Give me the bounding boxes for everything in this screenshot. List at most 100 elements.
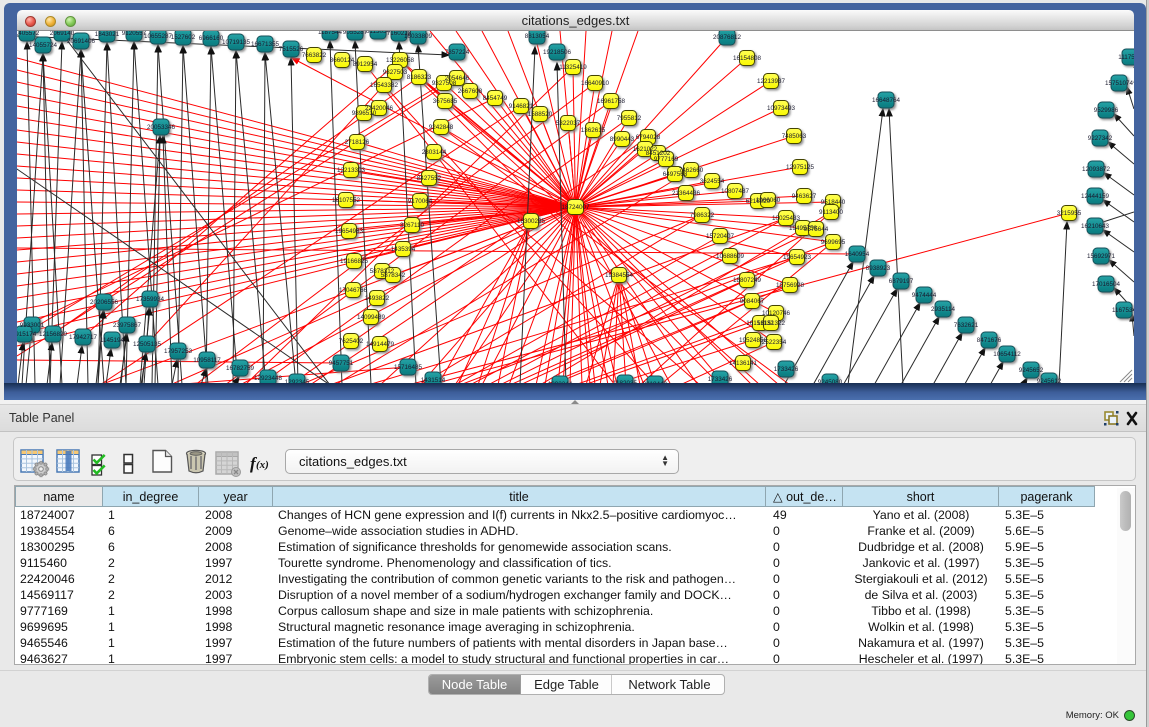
- svg-text:19166825: 19166825: [340, 258, 369, 265]
- svg-text:2667608: 2667608: [458, 88, 483, 95]
- svg-text:8990443: 8990443: [610, 136, 635, 143]
- svg-text:8660124: 8660124: [330, 57, 355, 64]
- svg-text:1092344: 1092344: [548, 381, 573, 383]
- svg-text:2069140: 2069140: [50, 31, 75, 37]
- svg-text:14099489: 14099489: [357, 314, 386, 321]
- svg-text:1117534: 1117534: [1118, 54, 1134, 61]
- svg-text:9518440: 9518440: [821, 199, 846, 206]
- svg-text:8912954: 8912954: [353, 61, 378, 68]
- svg-text:18300295: 18300295: [517, 218, 546, 225]
- svg-text:15751074: 15751074: [1105, 80, 1134, 87]
- svg-text:1405572: 1405572: [17, 31, 40, 37]
- svg-text:14914479: 14914479: [366, 341, 395, 348]
- svg-text:8427552: 8427552: [417, 175, 442, 182]
- svg-text:6966160: 6966160: [199, 35, 224, 42]
- svg-text:9245612: 9245612: [1037, 378, 1062, 383]
- svg-text:12156829: 12156829: [39, 331, 68, 338]
- svg-text:8186323: 8186323: [407, 74, 432, 81]
- svg-text:9146821: 9146821: [509, 103, 534, 110]
- svg-text:21364436: 21364436: [672, 190, 701, 197]
- svg-text:7632621: 7632621: [954, 322, 979, 329]
- svg-text:16648764: 16648764: [872, 97, 901, 104]
- svg-text:18724007: 18724007: [561, 204, 590, 211]
- svg-text:12975125: 12975125: [786, 164, 815, 171]
- svg-text:1362615: 1362615: [581, 127, 606, 134]
- svg-text:1640954: 1640954: [845, 251, 870, 258]
- svg-text:16151322: 16151322: [757, 320, 786, 327]
- svg-text:10958117: 10958117: [193, 357, 221, 364]
- svg-text:15720407: 15720407: [706, 233, 735, 240]
- svg-text:9227342: 9227342: [1088, 135, 1113, 142]
- svg-text:12213937: 12213937: [757, 78, 786, 85]
- svg-text:16782759: 16782759: [226, 365, 255, 372]
- svg-text:8454749: 8454749: [483, 95, 508, 102]
- svg-text:3267110: 3267110: [400, 222, 425, 229]
- svg-text:(x): (x): [256, 459, 269, 471]
- svg-text:1431514: 1431514: [421, 377, 446, 383]
- svg-text:16961758: 16961758: [597, 98, 626, 105]
- svg-text:12093872: 12093872: [1082, 166, 1111, 173]
- svg-text:17942717: 17942717: [69, 334, 98, 341]
- svg-text:9113400: 9113400: [819, 209, 844, 216]
- svg-text:1733426: 1733426: [708, 376, 733, 383]
- svg-text:7357224: 7357224: [445, 49, 470, 56]
- svg-text:1493822: 1493822: [365, 295, 390, 302]
- svg-text:12505135: 12505135: [133, 341, 162, 348]
- svg-text:9327503: 9327503: [383, 69, 408, 76]
- svg-text:2718126: 2718126: [345, 139, 370, 146]
- svg-text:1145194: 1145194: [100, 337, 125, 344]
- svg-text:22420046: 22420046: [365, 105, 394, 112]
- svg-text:16107552: 16107552: [332, 197, 361, 204]
- svg-text:10807487: 10807487: [721, 188, 750, 195]
- svg-text:1435394: 1435394: [391, 246, 416, 253]
- svg-text:19654923: 19654923: [783, 254, 812, 261]
- svg-text:7485063: 7485063: [782, 133, 807, 140]
- svg-text:9457751: 9457751: [329, 360, 354, 367]
- svg-text:17046766: 17046766: [339, 287, 368, 294]
- svg-text:8938923: 8938923: [866, 265, 891, 272]
- svg-text:8471676: 8471676: [977, 337, 1002, 344]
- svg-text:1843021: 1843021: [95, 31, 120, 38]
- svg-text:6497568: 6497568: [663, 171, 688, 178]
- svg-text:9777169: 9777169: [654, 156, 679, 163]
- svg-text:5878342: 5878342: [381, 272, 406, 279]
- svg-text:2935114: 2935114: [931, 306, 956, 313]
- svg-text:11325419: 11325419: [559, 64, 587, 71]
- svg-text:1966060: 1966060: [756, 197, 781, 204]
- svg-text:9529986: 9529986: [1094, 107, 1119, 114]
- svg-text:12923448: 12923448: [254, 375, 283, 382]
- svg-text:12213303: 12213303: [337, 167, 366, 174]
- svg-text:17957253: 17957253: [164, 348, 193, 355]
- svg-text:10688609: 10688609: [716, 253, 745, 260]
- svg-text:9242848: 9242848: [429, 124, 454, 131]
- svg-text:13226058: 13226058: [386, 57, 415, 64]
- svg-text:12444159: 12444159: [1081, 193, 1110, 200]
- svg-text:10655287: 10655287: [144, 33, 173, 40]
- svg-text:10719135: 10719135: [222, 39, 251, 46]
- svg-text:7663822: 7663822: [302, 52, 327, 59]
- svg-text:15716485: 15716485: [394, 364, 423, 371]
- svg-text:19384554: 19384554: [605, 272, 634, 279]
- svg-text:15692971: 15692971: [1087, 253, 1116, 260]
- svg-text:5322037: 5322037: [556, 120, 581, 127]
- svg-text:20206556: 20206556: [90, 299, 119, 306]
- svg-text:17359934: 17359934: [136, 296, 165, 303]
- svg-text:9055287: 9055287: [343, 31, 368, 36]
- svg-text:9463627: 9463627: [792, 193, 817, 200]
- svg-text:10025433: 10025433: [772, 215, 801, 222]
- svg-text:16543382: 16543382: [370, 82, 399, 89]
- svg-text:14055724: 14055724: [29, 42, 58, 49]
- svg-text:16640910: 16640910: [581, 80, 610, 87]
- svg-text:16671355: 16671355: [251, 41, 280, 48]
- svg-text:9245652: 9245652: [1019, 367, 1044, 374]
- svg-text:2522354: 2522354: [762, 339, 787, 346]
- svg-text:14136141: 14136141: [729, 360, 758, 367]
- svg-text:19218506: 19218506: [543, 49, 572, 56]
- svg-text:9699695: 9699695: [821, 239, 846, 246]
- svg-text:19654983: 19654983: [335, 228, 364, 235]
- svg-text:10973493: 10973493: [767, 105, 796, 112]
- svg-text:6794028: 6794028: [636, 134, 661, 141]
- svg-text:2054646: 2054646: [445, 75, 470, 82]
- svg-text:9084067: 9084067: [740, 298, 765, 305]
- svg-text:7625402: 7625402: [339, 338, 364, 345]
